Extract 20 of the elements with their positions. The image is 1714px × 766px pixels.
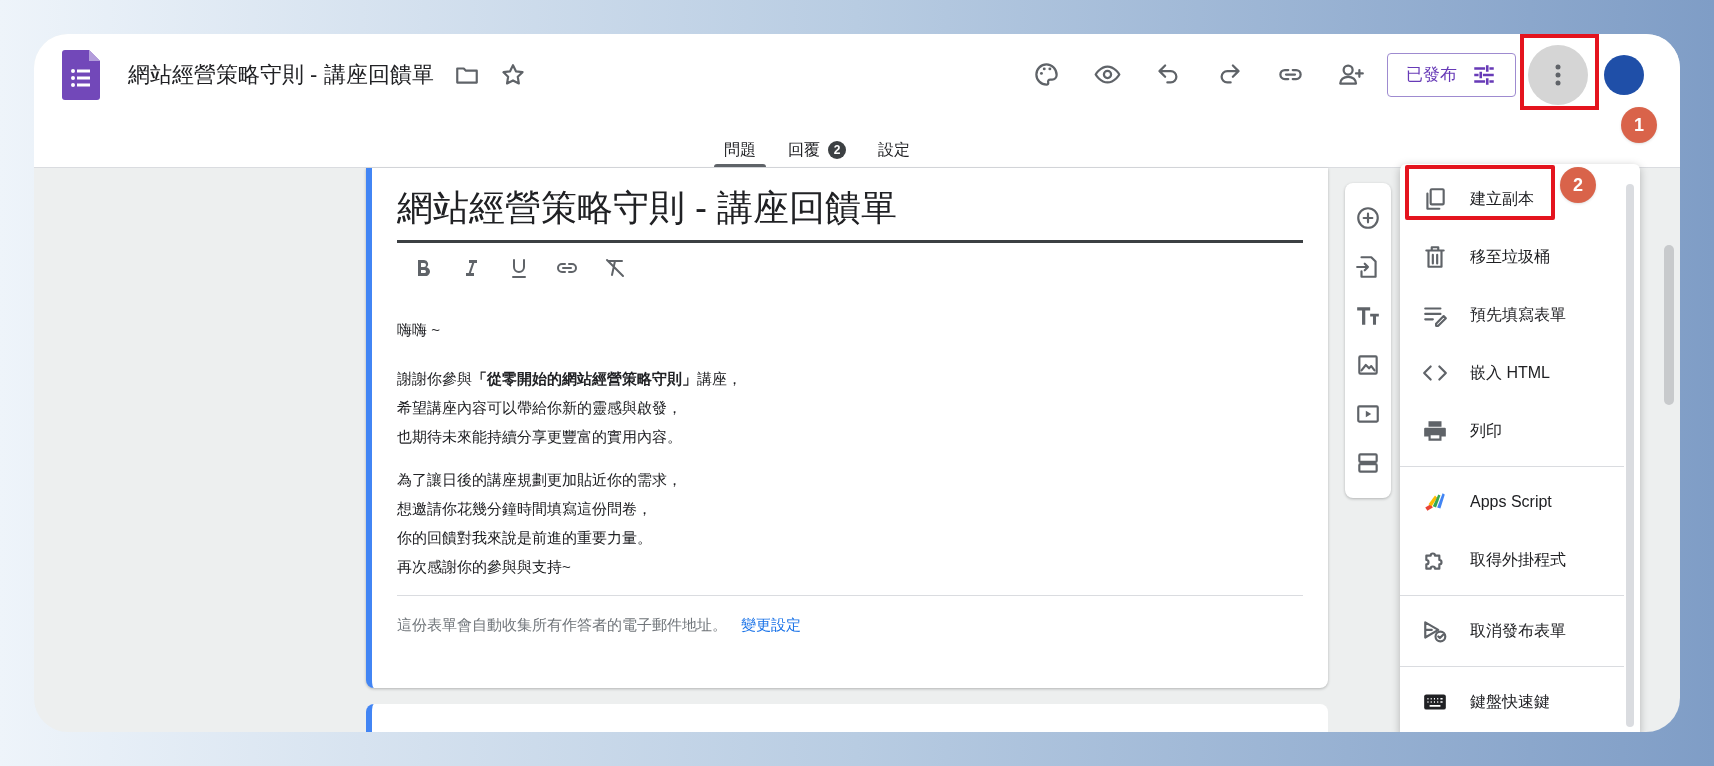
menu-item[interactable]: 移至垃圾桶 [1400,228,1624,286]
menu-item[interactable]: 嵌入 HTML [1400,344,1624,402]
tab[interactable]: 問題 [714,133,766,167]
menu-item[interactable]: 取得外掛程式 [1400,531,1624,589]
email-notice: 這份表單會自動收集所有作答者的電子郵件地址。 [397,615,727,635]
menu-item[interactable]: 鍵盤快速鍵 [1400,673,1624,731]
menu-item[interactable]: 列印 [1400,402,1624,460]
description-paragraph: 謝謝你參與「從零開始的網站經營策略守則」講座， 希望講座內容可以帶給你新的靈感與啟發， 也期待未來能持續分享更豐富的實用內容。 [397,369,743,447]
document-title[interactable]: 網站經營策略守則 - 講座回饋單 [128,58,434,92]
menu-item[interactable]: 取消發布表單 [1400,602,1624,660]
count-badge: 2 [828,141,846,159]
tab[interactable]: 回覆 2 [778,133,856,167]
menu-item[interactable]: 預先填寫表單 [1400,286,1624,344]
change-settings-link[interactable]: 變更設定 [741,614,801,637]
menu-item[interactable]: Apps Script [1400,473,1624,531]
tab[interactable]: 設定 [868,133,920,167]
description-paragraph: 嗨嗨 ~ [397,320,441,340]
form-title-field[interactable]: 網站經營策略守則 - 講座回饋單 [397,178,1303,243]
published-button[interactable]: 已發布 [1387,52,1516,97]
description-paragraph: 為了讓日後的講座規劃更加貼近你的需求， 想邀請你花幾分鐘時間填寫這份問卷， 你的回饋對我來說是前進的重要力量。 再次感謝你的參與與支持~ [397,470,683,577]
